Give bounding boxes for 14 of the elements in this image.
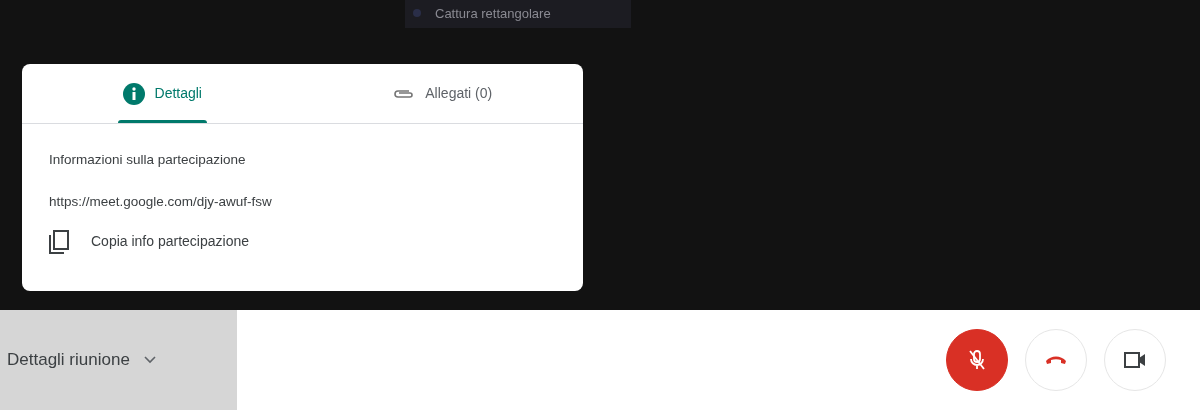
paperclip-icon	[393, 87, 416, 100]
muted-mic-icon	[968, 349, 986, 371]
tooltip-text: Cattura rettangolare	[435, 6, 551, 21]
tab[interactable]: Allegati (0)	[302, 64, 583, 123]
copy-info-button[interactable]: Copia info partecipazione	[49, 229, 249, 254]
phone-icon	[1045, 355, 1067, 365]
meeting-details-button[interactable]: Dettagli riunione	[0, 310, 237, 410]
info-icon	[122, 82, 145, 105]
dot-icon	[413, 9, 421, 17]
copy-icon	[49, 229, 69, 254]
tab[interactable]: Dettagli	[22, 64, 303, 123]
section-heading: Informazioni sulla partecipazione	[49, 151, 247, 169]
camera-icon	[1124, 352, 1146, 368]
meeting-link[interactable]: https://meet.google.com/djy-awuf-fsw	[49, 194, 272, 210]
